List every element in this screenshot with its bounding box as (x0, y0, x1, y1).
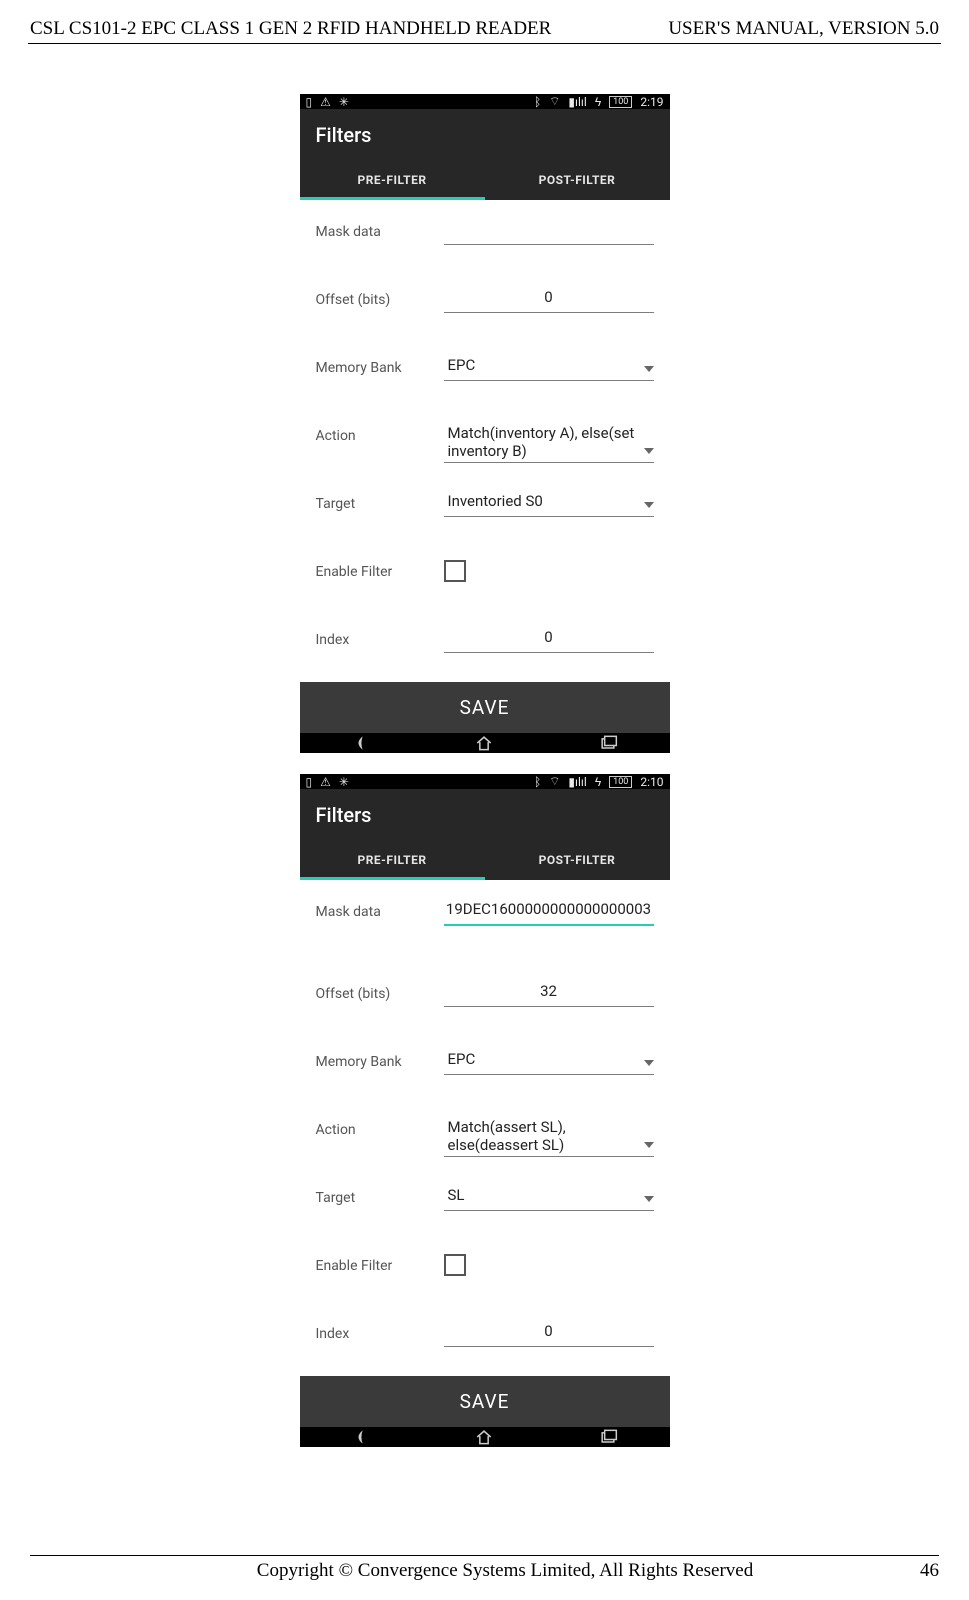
tabs: PRE-FILTER POST-FILTER (300, 161, 670, 200)
back-icon[interactable] (351, 733, 371, 753)
target-select[interactable]: SL (444, 1184, 654, 1211)
chevron-down-icon (644, 502, 654, 508)
chevron-down-icon (644, 1060, 654, 1066)
action-select[interactable]: Match(assert SL), else(deassert SL) (444, 1116, 654, 1157)
page-header: CSL CS101-2 EPC CLASS 1 GEN 2 RFID HANDH… (0, 0, 969, 43)
memory-bank-label: Memory Bank (316, 354, 444, 376)
page-footer: Copyright © Convergence Systems Limited,… (0, 1555, 969, 1582)
screenshots-container: ▯ ⚠ ✳ ᛒ ⌔ ▮ılıl ϟ 100 2:19 Filters PRE-F… (0, 94, 969, 1414)
action-label: Action (316, 422, 444, 444)
memory-bank-select[interactable]: EPC (444, 1048, 654, 1075)
header-left: CSL CS101-2 EPC CLASS 1 GEN 2 RFID HANDH… (30, 18, 551, 40)
tab-post-filter[interactable]: POST-FILTER (485, 841, 670, 880)
nav-bar (300, 1427, 670, 1447)
bt-icon: ᛒ (534, 95, 541, 109)
recent-icon[interactable] (598, 733, 618, 753)
footer-copyright: Copyright © Convergence Systems Limited,… (30, 1560, 920, 1582)
offset-input[interactable]: 32 (444, 980, 654, 1007)
mask-data-input[interactable]: 19DEC1600000000000000003 (444, 898, 654, 926)
action-label: Action (316, 1116, 444, 1138)
sim-icon: ▯ (306, 775, 313, 789)
tabs: PRE-FILTER POST-FILTER (300, 841, 670, 880)
screenshot-1: ▯ ⚠ ✳ ᛒ ⌔ ▮ılıl ϟ 100 2:19 Filters PRE-F… (300, 94, 670, 734)
enable-filter-label: Enable Filter (316, 558, 444, 580)
bolt-icon: ϟ (595, 95, 601, 109)
bt-icon: ᛒ (534, 775, 541, 789)
status-bar: ▯ ⚠ ✳ ᛒ ⌔ ▮ılıl ϟ 100 2:19 (300, 94, 670, 109)
offset-label: Offset (bits) (316, 980, 444, 1002)
index-input[interactable]: 0 (444, 1320, 654, 1347)
screenshot-2: ▯ ⚠ ✳ ᛒ ⌔ ▮ılıl ϟ 100 2:10 Filters PRE-F… (300, 774, 670, 1414)
form: Mask data Offset (bits) 0 Memory Bank EP… (300, 200, 670, 682)
footer-page-number: 46 (920, 1560, 939, 1582)
status-time: 2:19 (640, 95, 663, 109)
header-right: USER'S MANUAL, VERSION 5.0 (668, 18, 939, 40)
nav-bar (300, 733, 670, 753)
mask-data-input[interactable] (444, 218, 654, 245)
save-button[interactable]: SAVE (300, 682, 670, 733)
memory-bank-label: Memory Bank (316, 1048, 444, 1070)
app-title: Filters (300, 109, 670, 161)
warning-icon: ⚠ (320, 95, 331, 109)
index-label: Index (316, 626, 444, 648)
warning-icon: ⚠ (320, 775, 331, 789)
wifi-icon: ⌔ (549, 774, 560, 789)
status-time: 2:10 (640, 775, 663, 789)
form: Mask data 19DEC1600000000000000003 Offse… (300, 880, 670, 1376)
enable-filter-checkbox[interactable] (444, 560, 466, 582)
footer-rule (30, 1555, 939, 1556)
tab-post-filter[interactable]: POST-FILTER (485, 161, 670, 200)
chevron-down-icon (644, 366, 654, 372)
sim-icon: ▯ (306, 95, 313, 109)
enable-filter-label: Enable Filter (316, 1252, 444, 1274)
android-icon: ✳ (339, 775, 349, 789)
save-button[interactable]: SAVE (300, 1376, 670, 1427)
status-bar: ▯ ⚠ ✳ ᛒ ⌔ ▮ılıl ϟ 100 2:10 (300, 774, 670, 789)
chevron-down-icon (644, 1142, 654, 1148)
signal-icon: ▮ılıl (568, 95, 586, 109)
offset-input[interactable]: 0 (444, 286, 654, 313)
index-input[interactable]: 0 (444, 626, 654, 653)
tab-pre-filter[interactable]: PRE-FILTER (300, 161, 485, 200)
chevron-down-icon (644, 448, 654, 454)
tab-pre-filter[interactable]: PRE-FILTER (300, 841, 485, 880)
wifi-icon: ⌔ (549, 94, 560, 109)
recent-icon[interactable] (598, 1427, 618, 1447)
bolt-icon: ϟ (595, 775, 601, 789)
action-select[interactable]: Match(inventory A), else(set inventory B… (444, 422, 654, 463)
target-select[interactable]: Inventoried S0 (444, 490, 654, 517)
battery-icon: 100 (609, 776, 632, 788)
offset-label: Offset (bits) (316, 286, 444, 308)
memory-bank-select[interactable]: EPC (444, 354, 654, 381)
chevron-down-icon (644, 1196, 654, 1202)
back-icon[interactable] (351, 1427, 371, 1447)
home-icon[interactable] (474, 1427, 494, 1447)
index-label: Index (316, 1320, 444, 1342)
android-icon: ✳ (339, 95, 349, 109)
target-label: Target (316, 490, 444, 512)
mask-data-label: Mask data (316, 218, 444, 240)
signal-icon: ▮ılıl (568, 775, 586, 789)
mask-data-label: Mask data (316, 898, 444, 920)
home-icon[interactable] (474, 733, 494, 753)
battery-icon: 100 (609, 96, 632, 108)
app-title: Filters (300, 789, 670, 841)
header-rule (28, 43, 941, 44)
enable-filter-checkbox[interactable] (444, 1254, 466, 1276)
target-label: Target (316, 1184, 444, 1206)
